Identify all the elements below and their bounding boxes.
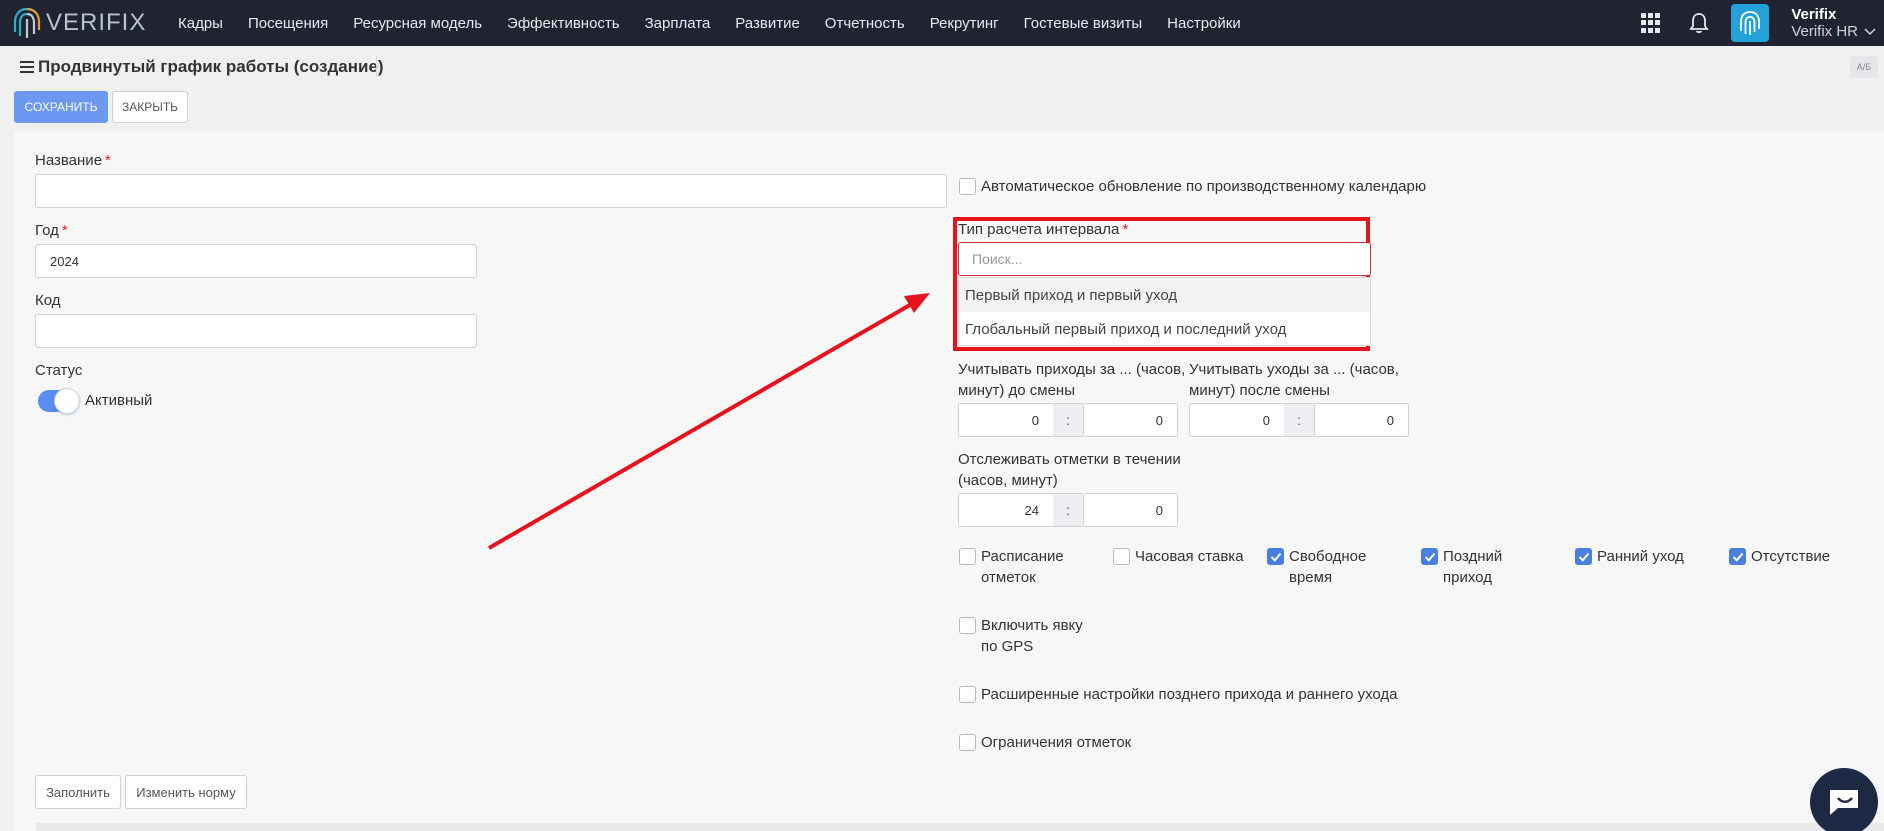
close-button[interactable]: ЗАКРЫТЬ — [112, 91, 188, 123]
gps-label: Включить явку по GPS — [981, 617, 1083, 655]
nav-item-personnel[interactable]: Кадры — [178, 15, 223, 32]
user-name: Verifix — [1791, 6, 1837, 23]
arrivals-minutes-input[interactable]: 0 — [1083, 403, 1178, 437]
nav-item-settings[interactable]: Настройки — [1167, 15, 1241, 32]
user-company: Verifix HR — [1791, 23, 1858, 40]
advanced-late-label: Расширенные настройки позднего прихода и… — [981, 686, 1398, 703]
save-button[interactable]: СОХРАНИТЬ — [14, 91, 108, 123]
mark-limits-checkbox[interactable] — [959, 734, 976, 751]
early-leave-checkbox[interactable] — [1575, 548, 1592, 565]
track-marks-label: Отслеживать отметки в течении (часов, мин… — [958, 451, 1181, 489]
interval-option-global-first-in-last-out[interactable]: Глобальный первый приход и последний ухо… — [959, 312, 1370, 346]
nav-item-resource-model[interactable]: Ресурсная модель — [353, 15, 482, 32]
chat-widget-icon[interactable] — [1810, 768, 1878, 831]
departures-label: Учитывать уходы за ... (часов, минут) пос… — [1189, 361, 1399, 399]
departures-minutes-input[interactable]: 0 — [1314, 403, 1409, 437]
form-card — [14, 131, 1884, 831]
free-time-checkbox[interactable] — [1267, 548, 1284, 565]
free-time-label: Свободное время — [1289, 548, 1367, 586]
name-label: Название * — [35, 152, 111, 169]
gps-checkbox[interactable] — [959, 617, 976, 634]
main-nav: Кадры Посещения Ресурсная модель Эффекти… — [178, 15, 1266, 32]
fingerprint-icon[interactable] — [1731, 4, 1770, 42]
advanced-late-checkbox[interactable] — [959, 686, 976, 703]
early-leave-label: Ранний уход — [1597, 548, 1684, 565]
top-right-tools: Verifix Verifix HR — [1641, 0, 1884, 46]
absence-label: Отсутствие — [1751, 548, 1831, 565]
menu-icon[interactable] — [20, 61, 34, 73]
divider — [376, 56, 377, 78]
status-value: Активный — [85, 392, 153, 409]
fingerprint-logo-icon — [13, 7, 41, 38]
fill-button[interactable]: Заполнить — [35, 775, 121, 809]
status-toggle[interactable] — [38, 388, 80, 414]
hourly-rate-label: Часовая ставка — [1135, 548, 1244, 565]
track-minutes-input[interactable]: 0 — [1083, 493, 1178, 527]
interval-search-input[interactable]: Поиск... — [958, 242, 1371, 276]
nav-item-salary[interactable]: Зарплата — [645, 15, 711, 32]
nav-item-development[interactable]: Развитие — [735, 15, 800, 32]
bell-icon[interactable] — [1689, 12, 1709, 34]
schedule-marks-label: Расписание отметок — [981, 548, 1064, 586]
auto-update-label: Автоматическое обновление по производств… — [981, 178, 1427, 195]
nav-item-reports[interactable]: Отчетность — [825, 15, 905, 32]
nav-item-guest-visits[interactable]: Гостевые визиты — [1024, 15, 1143, 32]
user-menu[interactable]: Verifix Verifix HR — [1791, 6, 1876, 40]
interval-options-list: Первый приход и первый уход Глобальный п… — [958, 277, 1371, 346]
status-label: Статус — [35, 362, 83, 379]
nav-item-efficiency[interactable]: Эффективность — [507, 15, 620, 32]
late-arrival-label: Поздний приход — [1443, 548, 1503, 586]
schedule-marks-checkbox[interactable] — [959, 548, 976, 565]
logo[interactable]: VERIFIX — [12, 6, 162, 40]
year-input[interactable]: 2024 — [35, 244, 477, 278]
chevron-down-icon — [1864, 27, 1876, 35]
late-arrival-checkbox[interactable] — [1421, 548, 1438, 565]
absence-checkbox[interactable] — [1729, 548, 1746, 565]
time-separator: : — [1284, 403, 1314, 437]
interval-option-first-in-first-out[interactable]: Первый приход и первый уход — [959, 278, 1370, 312]
time-separator: : — [1053, 493, 1083, 527]
nav-item-attendance[interactable]: Посещения — [248, 15, 328, 32]
table-header-strip — [36, 823, 1884, 831]
arrivals-hours-input[interactable]: 0 — [958, 403, 1054, 437]
arrivals-label: Учитывать приходы за ... (часов, минут) д… — [958, 361, 1186, 399]
departures-hours-input[interactable]: 0 — [1189, 403, 1285, 437]
year-label: Год * — [35, 222, 68, 239]
top-navbar: VERIFIX Кадры Посещения Ресурсная модель… — [0, 0, 1884, 46]
code-input[interactable] — [35, 314, 477, 348]
name-input[interactable] — [35, 174, 947, 208]
mark-limits-label: Ограничения отметок — [981, 734, 1132, 751]
page-title: Продвинутый график работы (создание) — [20, 57, 384, 77]
logo-text: VERIFIX — [46, 9, 147, 36]
change-norm-button[interactable]: Изменить норму — [125, 775, 247, 809]
code-label: Код — [35, 292, 61, 309]
nav-item-recruiting[interactable]: Рекрутинг — [930, 15, 999, 32]
auto-update-checkbox[interactable] — [959, 178, 976, 195]
time-separator: : — [1053, 403, 1083, 437]
track-hours-input[interactable]: 24 — [958, 493, 1054, 527]
hourly-rate-checkbox[interactable] — [1113, 548, 1130, 565]
language-icon[interactable]: A/Б — [1850, 56, 1878, 78]
apps-grid-icon[interactable] — [1641, 13, 1661, 33]
page-title-text: Продвинутый график работы (создание) — [38, 57, 384, 76]
